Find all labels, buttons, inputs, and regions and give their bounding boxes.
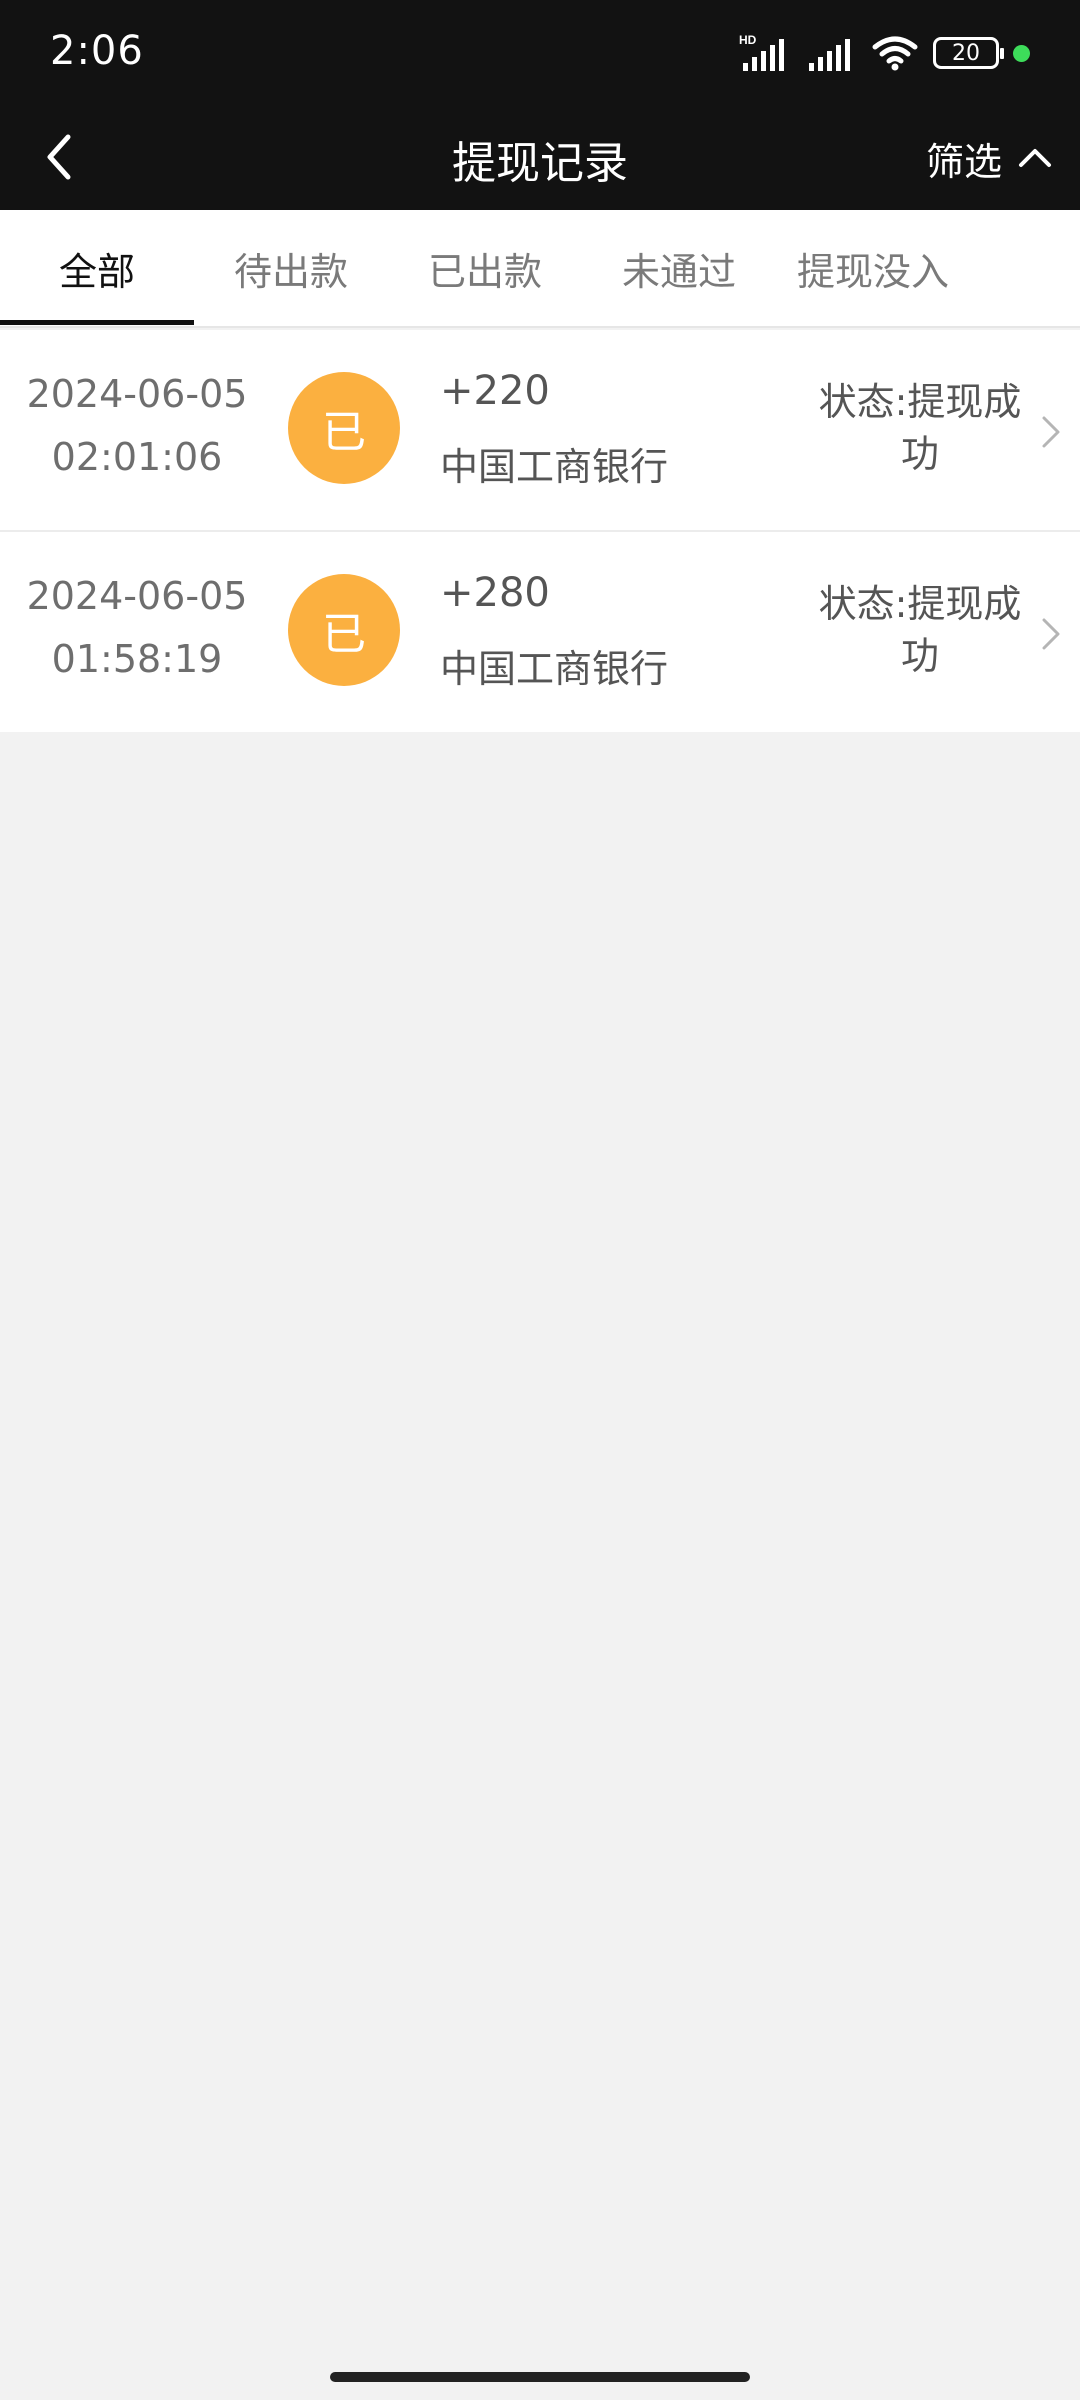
tab-not-received[interactable]: 提现没入 <box>776 210 970 326</box>
status-time: 2:06 <box>50 28 144 74</box>
status-badge: 已 <box>288 372 400 484</box>
network-badge-text: HD <box>739 33 757 47</box>
record-bank: 中国工商银行 <box>440 647 669 691</box>
record-date: 2024-06-05 <box>26 372 248 416</box>
tab-paid[interactable]: 已出款 <box>388 210 582 326</box>
record-amount: +280 <box>440 570 550 616</box>
record-status: 状态:提现成功 <box>818 582 1022 678</box>
record-bank: 中国工商银行 <box>440 445 669 489</box>
filter-label: 筛选 <box>925 139 1002 184</box>
signal-icon <box>809 39 850 71</box>
record-status: 状态:提现成功 <box>818 380 1022 476</box>
navbar: 提现记录 筛选 <box>0 105 1080 210</box>
status-bar: 2:06 HD 20 <box>0 0 1080 105</box>
page-title: 提现记录 <box>452 138 628 189</box>
battery-icon: 20 <box>933 37 1004 69</box>
record-date: 2024-06-05 <box>26 574 248 618</box>
battery-level: 20 <box>952 40 980 66</box>
list-item[interactable]: 2024-06-05 01:58:19 已 +280 中国工商银行 状态:提现成… <box>0 532 1080 732</box>
list-item[interactable]: 2024-06-05 02:01:06 已 +220 中国工商银行 状态:提现成… <box>0 330 1080 530</box>
status-badge: 已 <box>288 574 400 686</box>
wifi-icon <box>872 36 918 71</box>
privacy-dot-icon <box>1013 44 1030 62</box>
status-icons: HD 20 <box>739 30 1030 76</box>
record-amount: +220 <box>440 368 550 414</box>
record-time: 01:58:19 <box>51 637 223 681</box>
tab-all[interactable]: 全部 <box>0 210 194 326</box>
chevron-right-icon <box>1042 416 1060 448</box>
tab-pending[interactable]: 待出款 <box>194 210 388 326</box>
chevron-up-icon <box>1019 149 1051 167</box>
tab-rejected[interactable]: 未通过 <box>582 210 776 326</box>
home-indicator[interactable] <box>330 2372 750 2382</box>
filter-button[interactable]: 筛选 <box>926 129 1054 187</box>
active-tab-indicator <box>0 320 194 325</box>
chevron-right-icon <box>1042 618 1060 650</box>
tab-bar: 全部 待出款 已出款 未通过 提现没入 <box>0 210 1080 328</box>
record-time: 02:01:06 <box>51 435 223 479</box>
signal-hd-icon: HD <box>739 33 784 71</box>
